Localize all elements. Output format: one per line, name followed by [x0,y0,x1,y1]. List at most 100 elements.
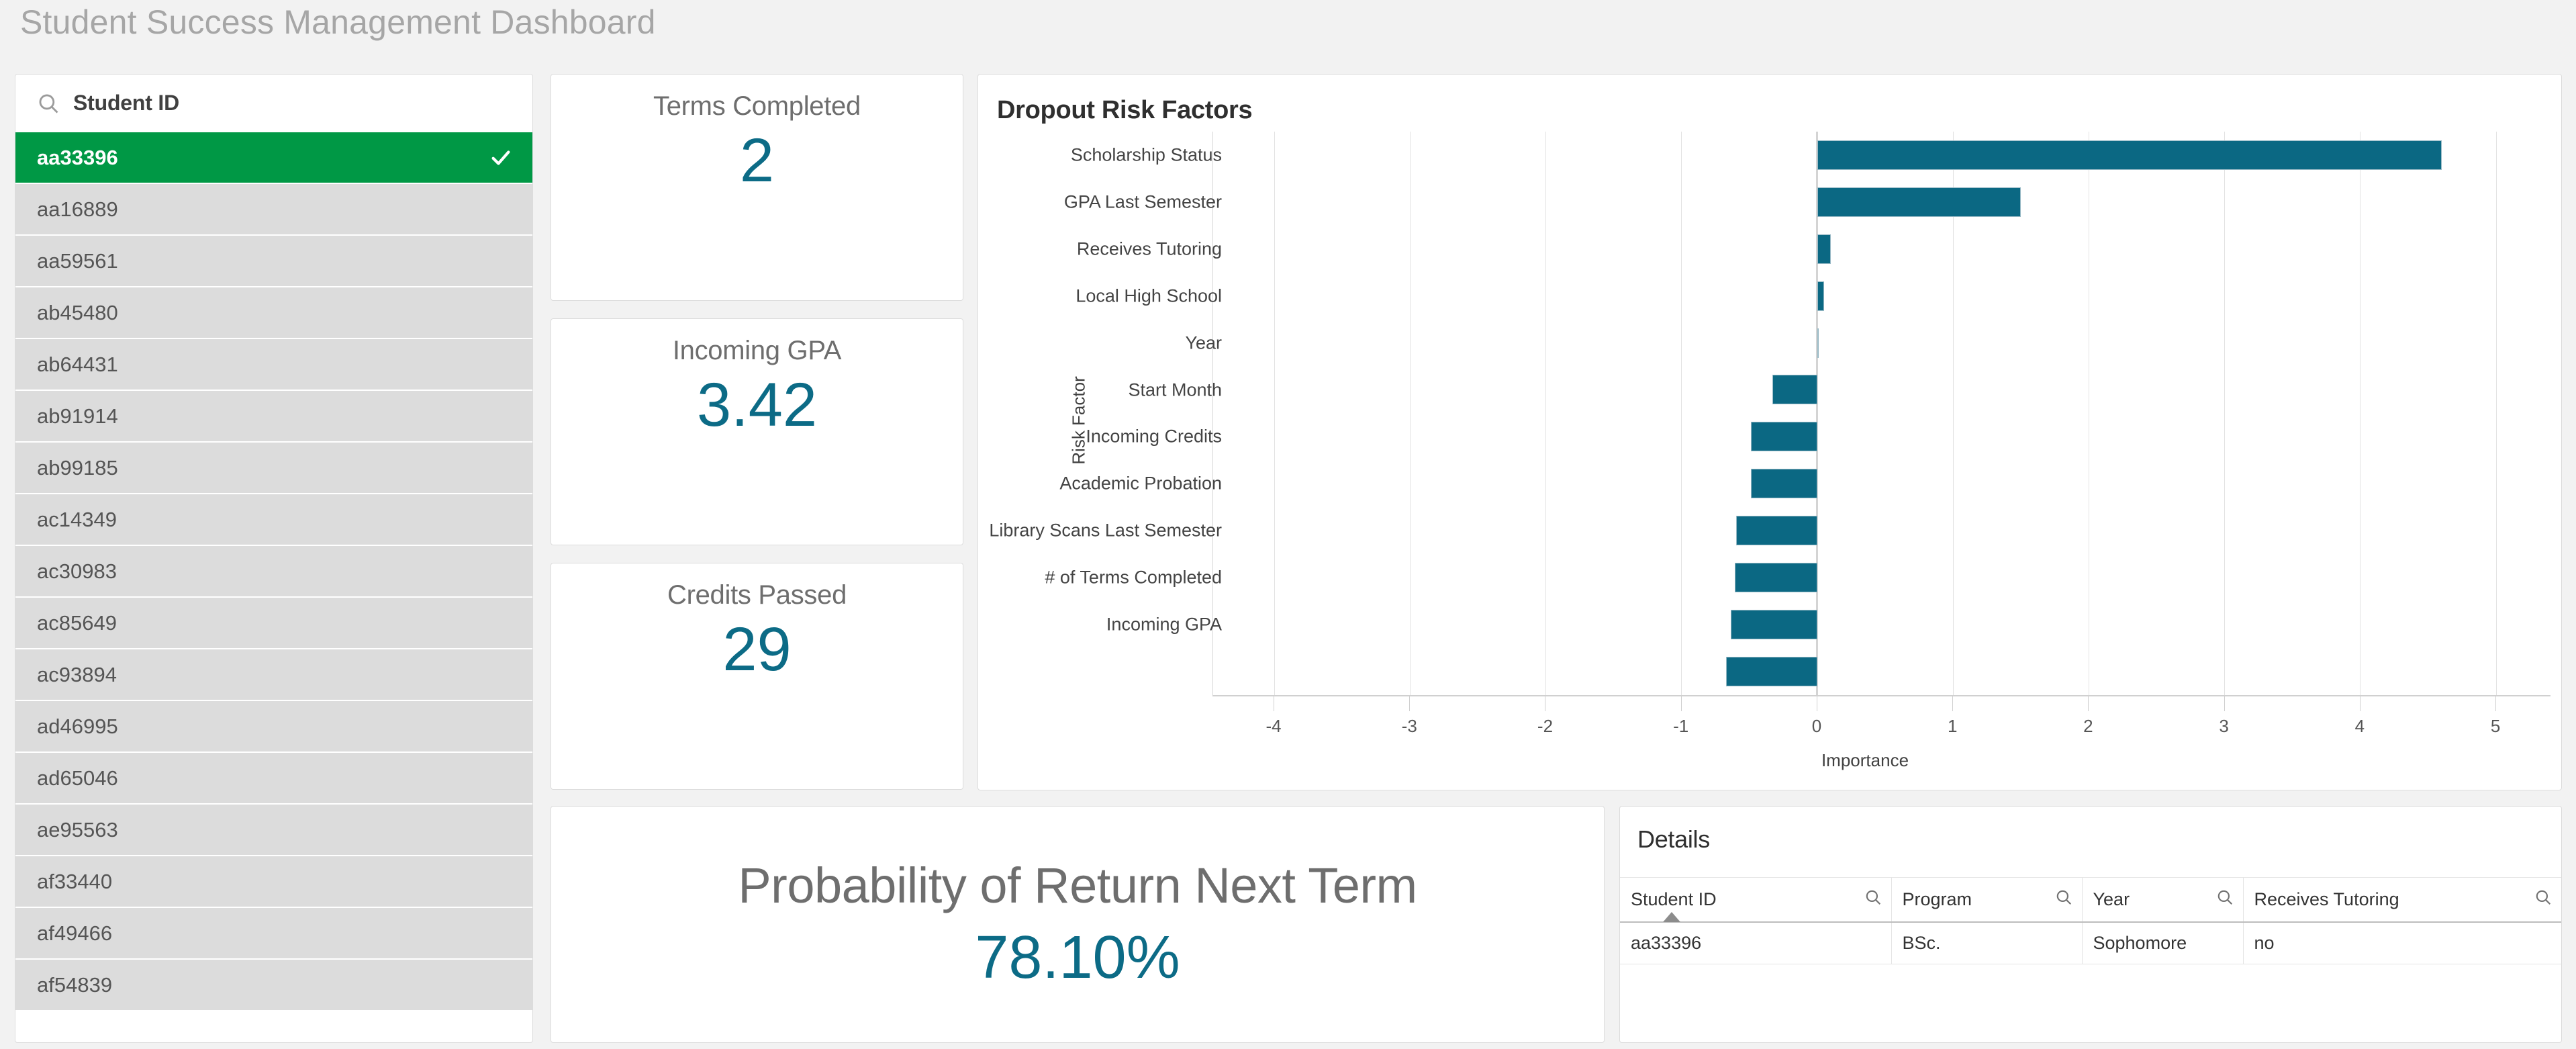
chart-bar-row[interactable] [1213,601,2550,648]
chart-bar[interactable] [1817,328,1819,358]
student-id-list-item[interactable]: ad65046 [15,753,532,805]
y-axis-tick-label: GPA Last Semester [1063,191,1222,212]
y-axis-tick-label: Year [1185,332,1222,353]
student-id-list-item[interactable]: ae95563 [15,805,532,856]
student-id-list-item[interactable]: af49466 [15,908,532,960]
student-id-label: ab45480 [37,300,118,324]
student-id-list-item[interactable]: ab91914 [15,391,532,443]
details-table-row[interactable]: aa33396 BSc. Sophomore no [1620,921,2561,964]
chart-bar-row[interactable] [1213,554,2550,601]
kpi-value: 2 [739,126,775,195]
y-axis-tick-label: Scholarship Status [1070,144,1222,165]
details-column-label: Student ID [1631,888,1717,909]
chart-bar-row[interactable] [1213,648,2550,695]
student-id-list-item[interactable]: ac14349 [15,494,532,546]
student-id-list-item[interactable]: ad46995 [15,701,532,753]
chart-bar[interactable] [1817,187,2021,217]
chart-plot-area[interactable] [1212,132,2550,695]
student-id-filter-pane: Student ID aa33396 aa16889 aa59561 ab45480 a… [15,74,533,1043]
student-id-label: ab99185 [37,455,118,480]
check-icon [489,146,512,169]
chart-bar-row[interactable] [1213,507,2550,554]
details-column-header[interactable]: Year [2082,877,2244,923]
student-id-list-item[interactable]: af33440 [15,856,532,908]
student-id-list-item[interactable]: aa59561 [15,236,532,287]
chart-bar[interactable] [1734,563,1817,593]
student-id-list-item[interactable]: ab99185 [15,443,532,494]
student-id-list-item[interactable]: af54839 [15,960,532,1011]
sort-ascending-icon [1663,911,1680,922]
chart-bar[interactable] [1817,281,1825,311]
y-axis-tick-label: Library Scans Last Semester [989,520,1222,541]
search-icon[interactable] [2534,888,2552,911]
x-axis-tick [2088,696,2089,711]
chart-bar-row[interactable] [1213,226,2550,273]
student-id-list-item[interactable]: ab45480 [15,287,532,339]
student-id-list-item[interactable]: aa16889 [15,184,532,236]
search-icon[interactable] [1864,888,1882,911]
search-icon[interactable] [2216,888,2234,911]
student-id-label: ac85649 [37,610,117,635]
search-icon[interactable] [2055,888,2072,911]
chart-bar-row[interactable] [1213,460,2550,507]
student-id-label: ac14349 [37,507,117,531]
student-id-search[interactable]: Student ID [15,75,532,132]
probability-title: Probability of Return Next Term [738,857,1417,913]
details-header-row: Student ID Program Year Receives Tutoring [1620,877,2561,923]
student-id-label: af49466 [37,921,113,945]
details-table-cell: BSc. [1891,921,2083,964]
student-id-list-item[interactable]: aa33396 [15,132,532,184]
kpi-title: Incoming GPA [672,336,842,365]
student-id-list-item[interactable]: ac85649 [15,598,532,649]
chart-bar[interactable] [1817,140,2442,170]
details-column-header[interactable]: Program [1891,877,2083,923]
kpi-value: 3.42 [696,371,818,439]
student-id-label: ab64431 [37,352,118,376]
chart-bar-row[interactable] [1213,179,2550,226]
dropout-risk-factors-chart-panel: Dropout Risk Factors Risk Factor -4 -3 -2-… [977,74,2562,790]
kpi-card-terms-completed: Terms Completed 2 [551,74,963,301]
student-id-label: ac30983 [37,559,117,583]
chart-bar[interactable] [1735,516,1817,546]
chart-bar[interactable] [1817,234,1831,264]
chart-bar-row[interactable] [1213,273,2550,320]
y-axis-tick-label: Incoming Credits [1086,426,1222,447]
dashboard-root: Student Success Management Dashboard Stu… [0,0,2576,1049]
details-table-cell: no [2243,921,2561,964]
x-axis-tick-label: -4 [1266,716,1282,736]
student-id-list-item[interactable]: ac30983 [15,546,532,598]
chart-bar[interactable] [1730,610,1817,640]
chart-bar-row[interactable] [1213,413,2550,460]
chart-bar[interactable] [1750,469,1817,499]
student-id-label: aa59561 [37,248,118,273]
student-id-list-item[interactable]: ac93894 [15,649,532,701]
details-column-label: Program [1902,888,1972,909]
student-id-search-label: Student ID [73,91,179,115]
details-table: Student ID Program Year Receives Tutoring a… [1620,877,2561,964]
x-axis-line [1212,695,2550,696]
chart-bar-row[interactable] [1213,320,2550,367]
chart-bar[interactable] [1772,375,1817,405]
x-axis-tick [1680,696,1682,711]
kpi-title: Credits Passed [667,580,847,610]
kpi-card-incoming-gpa: Incoming GPA 3.42 [551,318,963,545]
chart-area[interactable]: Risk Factor -4 -3 -2 -1 0 1 2 3 4 5 Importance Sc… [978,75,2561,790]
kpi-title: Terms Completed [653,91,861,121]
chart-bar-row[interactable] [1213,367,2550,414]
chart-bar[interactable] [1750,422,1817,452]
student-id-list-item[interactable]: ab64431 [15,339,532,391]
details-column-header[interactable]: Receives Tutoring [2243,877,2561,923]
student-id-label: ab91914 [37,404,118,428]
probability-value: 78.10% [975,923,1180,991]
kpi-card-credits-passed: Credits Passed 29 [551,563,963,790]
search-icon [37,88,68,119]
chart-bar-row[interactable] [1213,132,2550,179]
x-axis-tick [1952,696,1954,711]
student-id-label: ac93894 [37,662,117,686]
x-axis-tick [1409,696,1411,711]
chart-bar[interactable] [1726,656,1817,686]
y-axis-tick-label: # of Terms Completed [1045,567,1222,588]
y-axis-tick-label: Incoming GPA [1106,614,1222,635]
details-column-header[interactable]: Student ID [1620,877,1892,923]
details-table-cell: Sophomore [2082,921,2244,964]
